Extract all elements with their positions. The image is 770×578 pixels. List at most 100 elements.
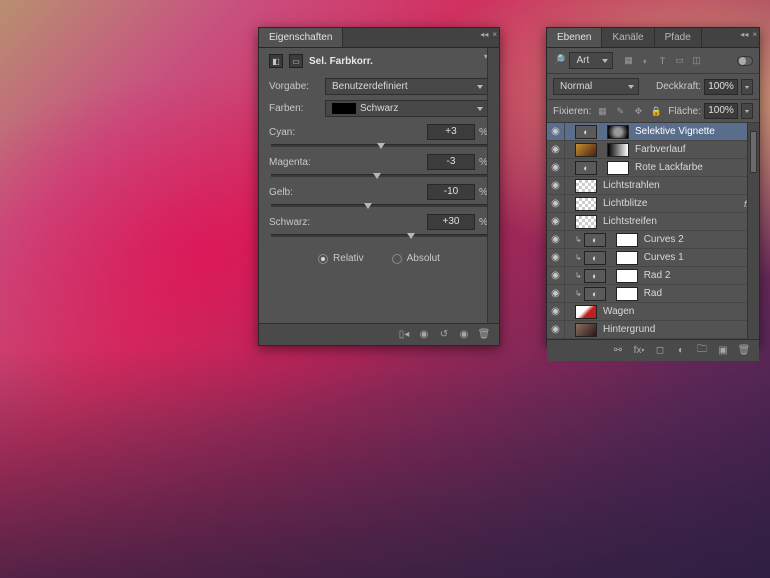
filter-kind-dropdown[interactable]: Art bbox=[569, 52, 613, 69]
layer-name[interactable]: Farbverlauf bbox=[631, 144, 759, 155]
layer-thumb[interactable] bbox=[575, 143, 597, 157]
visibility-toggle[interactable]: ◉ bbox=[547, 321, 565, 338]
fill-input[interactable]: 100% bbox=[704, 103, 738, 119]
slider-track[interactable] bbox=[271, 234, 487, 237]
layer-name[interactable]: Rote Lackfarbe bbox=[631, 162, 759, 173]
slider-thumb[interactable] bbox=[364, 203, 372, 209]
slider-value-input[interactable]: -3 bbox=[427, 154, 475, 170]
lock-all-icon[interactable]: 🔒 bbox=[649, 104, 663, 118]
lock-position-icon[interactable]: ✥ bbox=[631, 104, 645, 118]
view-previous-icon[interactable]: ◉ bbox=[415, 327, 433, 343]
layer-row[interactable]: ◉↳◐Rad bbox=[547, 285, 759, 303]
layer-thumb[interactable] bbox=[575, 197, 597, 211]
layer-thumb[interactable] bbox=[575, 323, 597, 337]
slider-value-input[interactable]: +30 bbox=[427, 214, 475, 230]
slider-thumb[interactable] bbox=[407, 233, 415, 239]
layer-row[interactable]: ◉Farbverlauf bbox=[547, 141, 759, 159]
layer-name[interactable]: Curves 2 bbox=[640, 234, 759, 245]
layer-name[interactable]: Lichtblitze bbox=[599, 198, 744, 209]
layer-name[interactable]: Lichtstreifen bbox=[599, 216, 759, 227]
slider-value-input[interactable]: +3 bbox=[427, 124, 475, 140]
filter-pixel-icon[interactable]: ▦ bbox=[621, 54, 635, 68]
layer-thumb[interactable]: ◐ bbox=[584, 269, 606, 283]
visibility-toggle[interactable]: ◉ bbox=[547, 195, 565, 212]
new-adjustment-icon[interactable]: ◐ bbox=[672, 343, 690, 359]
new-group-icon[interactable]: 🗀 bbox=[693, 343, 711, 359]
trash-icon[interactable]: 🗑 bbox=[475, 327, 493, 343]
mask-icon[interactable]: ▭ bbox=[289, 54, 303, 68]
mask-thumb[interactable] bbox=[616, 269, 638, 283]
layer-name[interactable]: Selektive Vignette bbox=[631, 126, 759, 137]
opacity-slider-toggle[interactable] bbox=[741, 79, 753, 95]
slider-track[interactable] bbox=[271, 174, 487, 177]
new-layer-icon[interactable]: ▣ bbox=[714, 343, 732, 359]
lock-pixels-icon[interactable]: ✎ bbox=[613, 104, 627, 118]
layer-row[interactable]: ◉↳◐Curves 1 bbox=[547, 249, 759, 267]
lock-transparent-icon[interactable]: ▦ bbox=[595, 104, 609, 118]
layer-thumb[interactable]: ◐ bbox=[575, 125, 597, 139]
preset-dropdown[interactable]: Benutzerdefiniert bbox=[325, 78, 489, 95]
slider-track[interactable] bbox=[271, 204, 487, 207]
link-layers-icon[interactable]: ⚯ bbox=[609, 343, 627, 359]
radio-relative[interactable]: Relativ bbox=[318, 253, 364, 264]
blend-mode-dropdown[interactable]: Normal bbox=[553, 78, 639, 95]
layer-row[interactable]: ◉ Lichtstreifen bbox=[547, 213, 759, 231]
visibility-toggle[interactable]: ◉ bbox=[547, 285, 565, 302]
layer-thumb[interactable]: ◐ bbox=[584, 251, 606, 265]
visibility-toggle[interactable]: ◉ bbox=[547, 249, 565, 266]
mask-thumb[interactable] bbox=[607, 143, 629, 157]
tab-properties[interactable]: Eigenschaften bbox=[259, 28, 343, 47]
fill-slider-toggle[interactable] bbox=[741, 103, 753, 119]
reset-icon[interactable]: ↺ bbox=[435, 327, 453, 343]
tab-paths[interactable]: Pfade bbox=[655, 28, 702, 47]
layer-name[interactable]: Rad 2 bbox=[640, 270, 759, 281]
visibility-toggle[interactable]: ◉ bbox=[547, 213, 565, 230]
layer-thumb[interactable] bbox=[575, 215, 597, 229]
visibility-toggle[interactable]: ◉ bbox=[547, 267, 565, 284]
mask-thumb[interactable] bbox=[616, 251, 638, 265]
layer-thumb[interactable] bbox=[575, 179, 597, 193]
visibility-toggle[interactable]: ◉ bbox=[547, 303, 565, 320]
close-icon[interactable]: × bbox=[752, 30, 757, 39]
layer-row[interactable]: ◉↳◐Curves 2 bbox=[547, 231, 759, 249]
layer-name[interactable]: Curves 1 bbox=[640, 252, 759, 263]
layer-row[interactable]: ◉◐Rote Lackfarbe bbox=[547, 159, 759, 177]
mask-thumb[interactable] bbox=[616, 233, 638, 247]
collapse-icon[interactable]: ◂◂ bbox=[480, 30, 488, 39]
visibility-toggle[interactable]: ◉ bbox=[547, 159, 565, 176]
mask-thumb[interactable] bbox=[607, 125, 629, 139]
layer-name[interactable]: Hintergrund bbox=[599, 324, 759, 335]
collapse-icon[interactable]: ◂◂ bbox=[740, 30, 748, 39]
opacity-input[interactable]: 100% bbox=[704, 79, 738, 95]
filter-smart-icon[interactable]: ◫ bbox=[689, 54, 703, 68]
layer-row[interactable]: ◉ ◐ Selektive Vignette bbox=[547, 123, 759, 141]
mask-thumb[interactable] bbox=[607, 161, 629, 175]
layer-row[interactable]: ◉ Hintergrund bbox=[547, 321, 759, 339]
visibility-toggle[interactable]: ◉ bbox=[547, 231, 565, 248]
fx-icon[interactable]: fx▾ bbox=[630, 343, 648, 359]
layer-name[interactable]: Wagen bbox=[599, 306, 759, 317]
filter-adjust-icon[interactable]: ◐ bbox=[638, 54, 652, 68]
radio-absolute[interactable]: Absolut bbox=[392, 253, 440, 264]
close-icon[interactable]: × bbox=[492, 30, 497, 39]
tab-channels[interactable]: Kanäle bbox=[602, 28, 654, 47]
colors-dropdown[interactable]: Schwarz bbox=[325, 100, 489, 117]
visibility-toggle[interactable]: ◉ bbox=[547, 123, 565, 140]
layer-row[interactable]: ◉↳◐Rad 2 bbox=[547, 267, 759, 285]
layer-thumb[interactable] bbox=[575, 305, 597, 319]
slider-thumb[interactable] bbox=[373, 173, 381, 179]
slider-track[interactable] bbox=[271, 144, 487, 147]
layer-name[interactable]: Rad bbox=[640, 288, 759, 299]
layer-name[interactable]: Lichtstrahlen bbox=[599, 180, 759, 191]
add-mask-icon[interactable]: ◻ bbox=[651, 343, 669, 359]
scrollbar[interactable] bbox=[487, 48, 499, 345]
clip-to-layer-icon[interactable]: ▯◂ bbox=[395, 327, 413, 343]
layer-thumb[interactable]: ◐ bbox=[584, 287, 606, 301]
slider-thumb[interactable] bbox=[377, 143, 385, 149]
slider-value-input[interactable]: -10 bbox=[427, 184, 475, 200]
filter-search-icon[interactable]: 🔎 bbox=[553, 55, 565, 66]
layer-row[interactable]: ◉ Wagen bbox=[547, 303, 759, 321]
layer-row[interactable]: ◉Lichtstrahlen bbox=[547, 177, 759, 195]
mask-thumb[interactable] bbox=[616, 287, 638, 301]
layer-row[interactable]: ◉Lichtblitzefx▸ bbox=[547, 195, 759, 213]
